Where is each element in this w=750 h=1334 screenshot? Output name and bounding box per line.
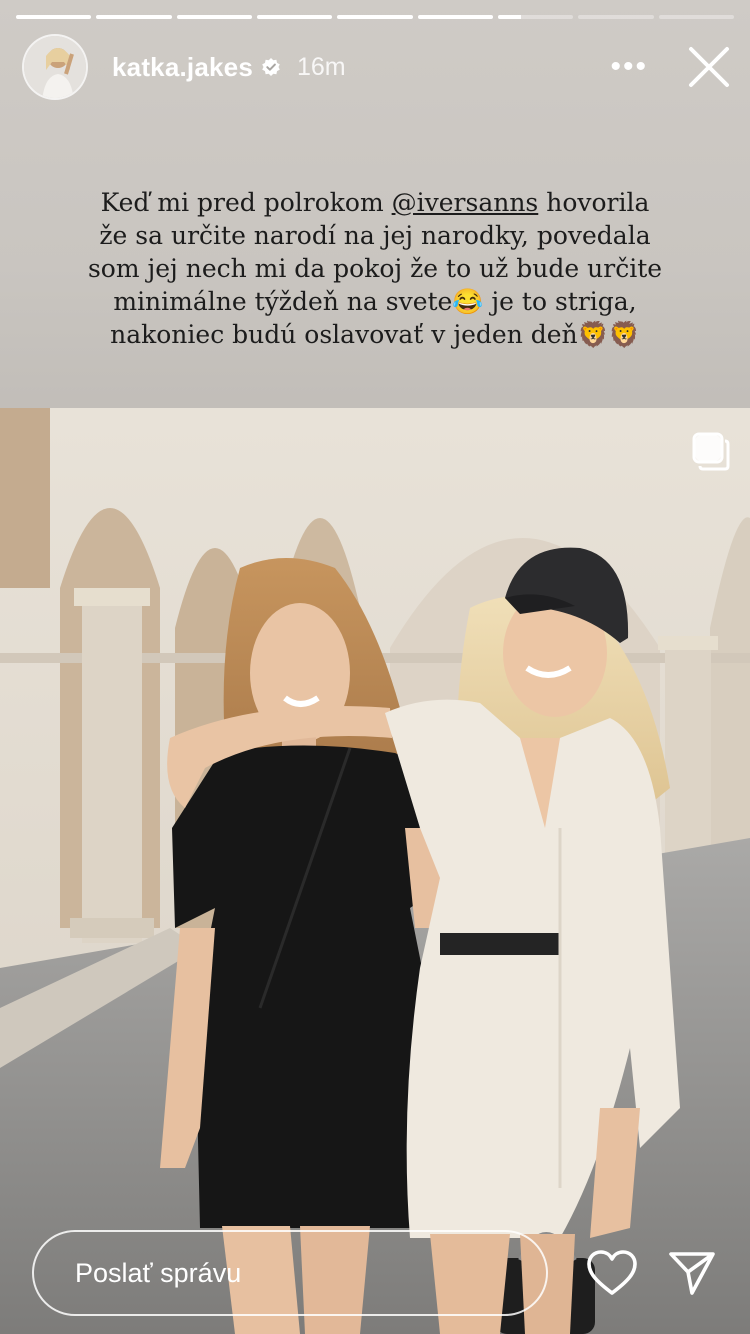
caption-line: Keď mi pred polrokom @iversanns hovorila	[100, 188, 650, 217]
send-message-placeholder: Poslať správu	[75, 1257, 242, 1288]
progress-fill	[337, 15, 413, 19]
mention-link[interactable]: @iversanns	[392, 188, 539, 217]
progress-segment	[176, 15, 252, 19]
verified-badge-icon	[262, 58, 280, 76]
progress-fill	[497, 15, 521, 19]
story-header: katka.jakes 16m •••	[22, 34, 732, 100]
progress-fill	[16, 15, 92, 19]
progress-fill	[417, 15, 493, 19]
progress-segment	[16, 15, 92, 19]
close-icon[interactable]	[686, 44, 732, 90]
progress-fill	[176, 15, 252, 19]
send-icon[interactable]	[668, 1250, 716, 1296]
more-options-button[interactable]: •••	[610, 52, 648, 82]
story-caption: Keď mi pred polrokom @iversanns hovorila…	[40, 186, 710, 351]
post-time: 16m	[297, 52, 346, 81]
avatar-image	[24, 36, 86, 98]
caption-line: som jej nech mi da pokoj že to už bude u…	[87, 254, 663, 283]
progress-fill	[256, 15, 333, 19]
reply-bar: Poslať správu	[32, 1230, 726, 1316]
username[interactable]: katka.jakes	[112, 52, 253, 83]
story-photo	[0, 408, 750, 1334]
story-viewer[interactable]: katka.jakes 16m ••• Keď mi pred polrokom…	[0, 0, 750, 1334]
progress-segment	[337, 15, 413, 19]
progress-segment	[658, 15, 734, 19]
progress-segment	[417, 15, 493, 19]
avatar[interactable]	[22, 34, 88, 100]
heart-icon[interactable]	[586, 1249, 638, 1297]
story-progress-bar	[16, 15, 734, 19]
progress-segment	[96, 15, 172, 19]
caption-line: minimálne týždeň na svete😂 je to striga,	[113, 287, 637, 316]
multiple-photos-icon	[692, 432, 730, 471]
progress-segment	[497, 15, 574, 19]
progress-segment	[578, 15, 654, 19]
caption-line: nakoniec budú oslavovať v jeden deň🦁🦁	[110, 320, 640, 349]
send-message-input[interactable]: Poslať správu	[32, 1230, 548, 1316]
progress-segment	[256, 15, 333, 19]
progress-fill	[96, 15, 172, 19]
caption-line: že sa určite narodí na jej narodky, pove…	[99, 221, 651, 250]
